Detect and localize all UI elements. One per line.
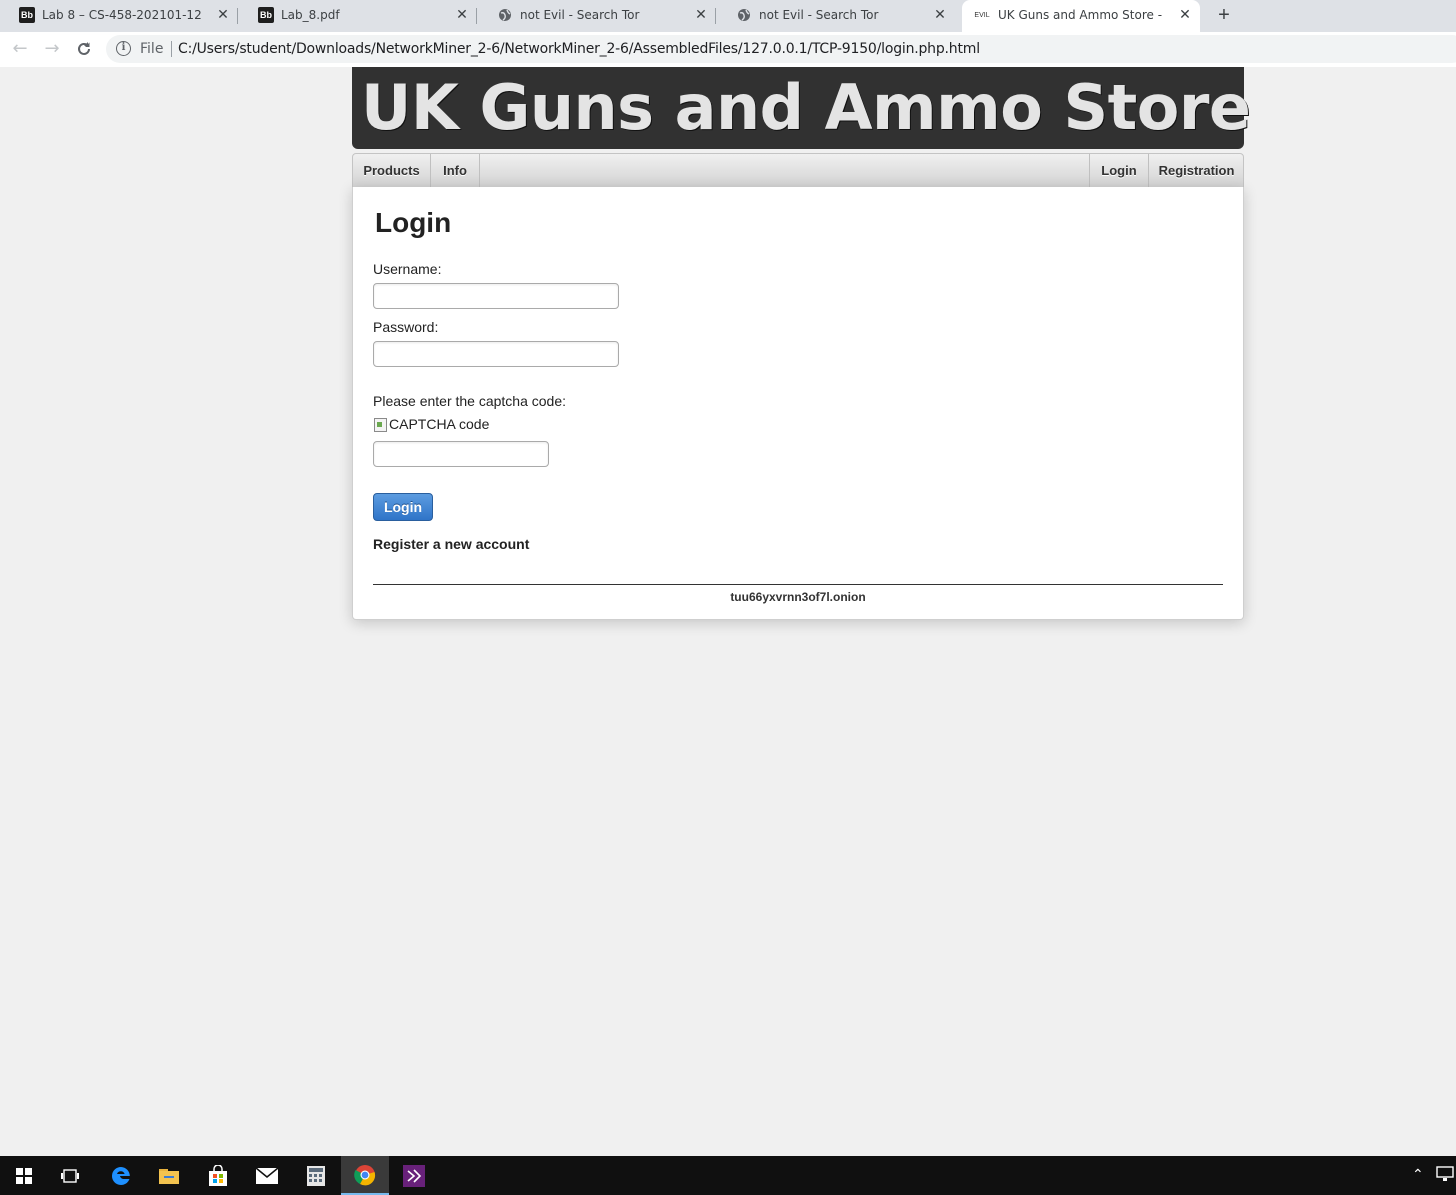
windows-taskbar: ⌃ bbox=[0, 1156, 1456, 1195]
chrome-icon[interactable] bbox=[341, 1156, 389, 1195]
nav-login[interactable]: Login bbox=[1089, 154, 1148, 187]
browser-tab-active[interactable]: EVIL UK Guns and Ammo Store - Buy ✕ bbox=[962, 0, 1200, 33]
scheme-label: File bbox=[140, 41, 164, 57]
close-icon[interactable]: ✕ bbox=[453, 6, 471, 24]
close-icon[interactable]: ✕ bbox=[1176, 6, 1194, 24]
info-icon[interactable]: i bbox=[116, 41, 131, 56]
site-title: UK Guns and Ammo Store bbox=[361, 71, 1251, 144]
file-explorer-icon[interactable] bbox=[145, 1156, 193, 1195]
browser-tab[interactable]: Bb Lab 8 – CS-458-202101-12276 ✕ bbox=[0, 0, 238, 32]
browser-tab[interactable]: not Evil - Search Tor ✕ bbox=[478, 0, 716, 32]
url-text[interactable]: C:/Users/student/Downloads/NetworkMiner_… bbox=[178, 41, 980, 57]
nav-info[interactable]: Info bbox=[431, 154, 480, 187]
page-title: Login bbox=[375, 207, 452, 238]
reload-icon[interactable] bbox=[72, 37, 96, 61]
browser-toolbar: ← → i File C:/Users/student/Downloads/Ne… bbox=[0, 32, 1456, 68]
captcha-field[interactable] bbox=[373, 441, 549, 467]
blackboard-icon: Bb bbox=[258, 7, 274, 23]
tab-title: not Evil - Search Tor bbox=[759, 8, 879, 22]
address-divider bbox=[171, 41, 172, 57]
browser-tab[interactable]: Bb Lab_8.pdf ✕ bbox=[239, 0, 477, 32]
mail-icon[interactable] bbox=[243, 1156, 291, 1195]
store-icon[interactable] bbox=[194, 1156, 242, 1195]
tab-separator bbox=[476, 8, 477, 24]
password-field[interactable] bbox=[373, 341, 619, 367]
register-link[interactable]: Register a new account bbox=[373, 536, 529, 552]
blackboard-icon: Bb bbox=[19, 7, 35, 23]
visual-studio-icon[interactable] bbox=[390, 1156, 438, 1195]
onion-address: tuu66yxvrnn3of7l.onion bbox=[730, 590, 866, 604]
forward-arrow-icon[interactable]: → bbox=[40, 37, 64, 61]
task-view-icon[interactable] bbox=[46, 1156, 94, 1195]
captcha-alt-text: CAPTCHA code bbox=[389, 416, 490, 432]
close-icon[interactable]: ✕ bbox=[692, 6, 710, 24]
login-panel: Login Username: Password: Please enter t… bbox=[352, 187, 1244, 620]
tab-title: not Evil - Search Tor bbox=[520, 8, 640, 22]
windows-start-icon[interactable] bbox=[0, 1156, 48, 1195]
globe-icon bbox=[497, 7, 513, 23]
site-banner: UK Guns and Ammo Store bbox=[352, 67, 1251, 149]
username-label: Username: bbox=[373, 261, 442, 277]
nav-registration[interactable]: Registration bbox=[1148, 154, 1244, 187]
password-label: Password: bbox=[373, 319, 439, 335]
close-icon[interactable]: ✕ bbox=[214, 6, 232, 24]
network-icon[interactable] bbox=[1436, 1166, 1454, 1185]
web-page: UK Guns and Ammo Store Products Info Log… bbox=[0, 67, 1456, 1156]
edge-icon[interactable] bbox=[97, 1156, 145, 1195]
calculator-icon[interactable] bbox=[292, 1156, 340, 1195]
address-bar[interactable]: i File C:/Users/student/Downloads/Networ… bbox=[106, 35, 1456, 63]
tab-title: UK Guns and Ammo Store - Buy bbox=[998, 8, 1166, 22]
captcha-image: CAPTCHA code bbox=[373, 416, 489, 432]
browser-tab-strip: Bb Lab 8 – CS-458-202101-12276 ✕ Bb Lab_… bbox=[0, 0, 1456, 33]
site-navbar: Products Info Login Registration bbox=[352, 153, 1244, 188]
footer-divider bbox=[373, 584, 1223, 585]
captcha-label: Please enter the captcha code: bbox=[373, 393, 567, 409]
globe-icon bbox=[736, 7, 752, 23]
browser-tab[interactable]: not Evil - Search Tor ✕ bbox=[717, 0, 955, 32]
notevil-icon: EVIL bbox=[974, 11, 990, 19]
close-icon[interactable]: ✕ bbox=[931, 6, 949, 24]
new-tab-button[interactable]: + bbox=[1212, 3, 1236, 27]
tab-title: Lab 8 – CS-458-202101-12276 bbox=[42, 8, 202, 22]
broken-image-icon bbox=[373, 416, 387, 432]
login-button[interactable]: Login bbox=[373, 493, 433, 521]
back-arrow-icon[interactable]: ← bbox=[8, 37, 32, 61]
chevron-up-icon[interactable]: ⌃ bbox=[1412, 1166, 1424, 1183]
tab-title: Lab_8.pdf bbox=[281, 8, 340, 22]
tab-separator bbox=[715, 8, 716, 24]
username-field[interactable] bbox=[373, 283, 619, 309]
tab-separator bbox=[237, 8, 238, 24]
nav-products[interactable]: Products bbox=[353, 154, 431, 187]
